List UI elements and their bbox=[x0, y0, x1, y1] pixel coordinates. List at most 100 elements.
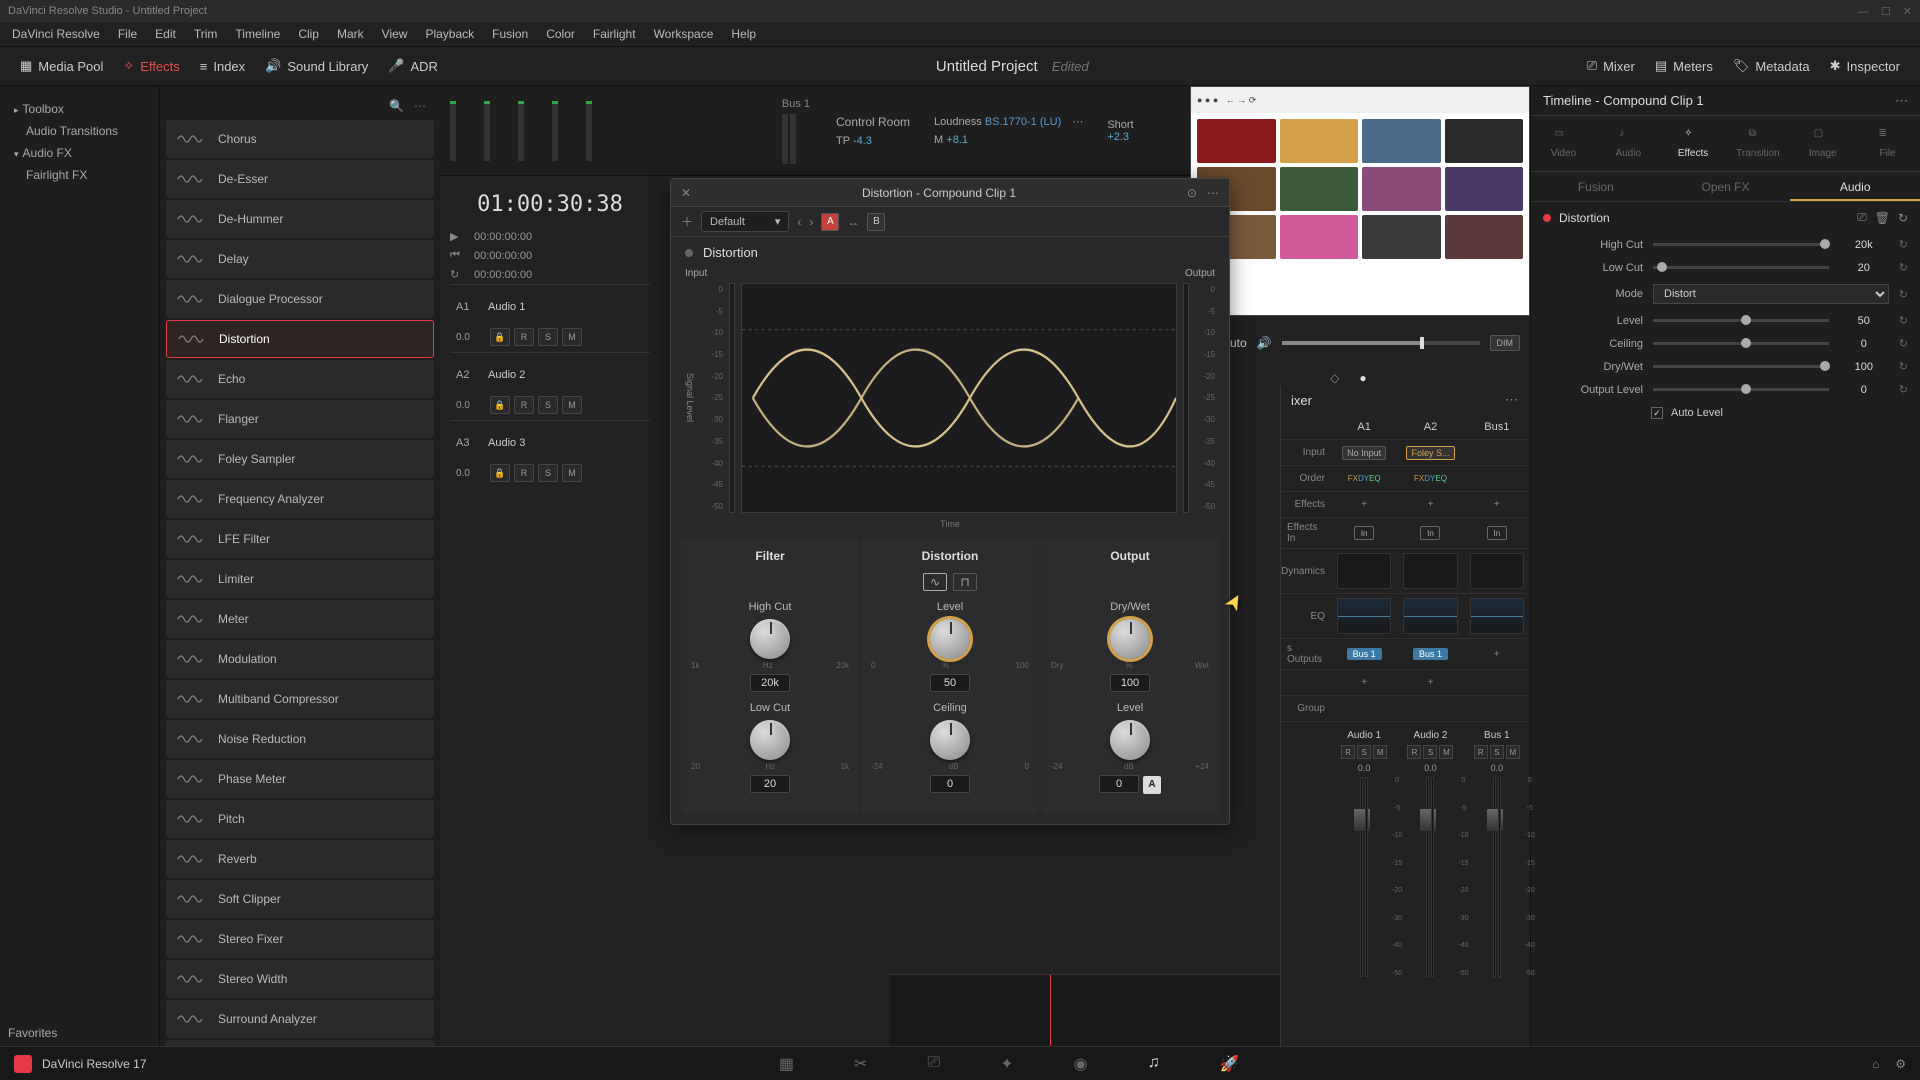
menu-item[interactable]: File bbox=[118, 27, 137, 41]
metadata-button[interactable]: 🏷 Metadata bbox=[1723, 54, 1820, 78]
fx-item-meter[interactable]: Meter bbox=[166, 600, 434, 638]
param-select[interactable]: Distort bbox=[1653, 284, 1889, 304]
mute-button[interactable]: M bbox=[1373, 745, 1387, 759]
fx-item-echo[interactable]: Echo bbox=[166, 360, 434, 398]
add-effect-button[interactable]: + bbox=[1397, 492, 1463, 518]
media-page-icon[interactable]: ▦ bbox=[779, 1054, 794, 1074]
menu-item[interactable]: Fusion bbox=[492, 27, 528, 41]
track-header[interactable]: A1Audio 1 bbox=[450, 284, 650, 328]
compare-b-button[interactable]: B bbox=[867, 213, 885, 231]
fx-item-distortion[interactable]: Distortion bbox=[166, 320, 434, 358]
fx-item-soft-clipper[interactable]: Soft Clipper bbox=[166, 880, 434, 918]
bus-output-badge[interactable]: Bus 1 bbox=[1413, 648, 1448, 660]
fx-enable-dot[interactable] bbox=[1543, 214, 1551, 222]
high-cut-value[interactable]: 20k bbox=[750, 674, 790, 692]
param-value[interactable]: 0 bbox=[1839, 384, 1889, 396]
output-level-value[interactable]: 0 bbox=[1099, 775, 1139, 793]
adr-button[interactable]: 🎤 ADR bbox=[378, 54, 448, 78]
menu-item[interactable]: Edit bbox=[155, 27, 176, 41]
fx-item-phase-meter[interactable]: Phase Meter bbox=[166, 760, 434, 798]
fx-item-de-hummer[interactable]: De-Hummer bbox=[166, 200, 434, 238]
fx-item-delay[interactable]: Delay bbox=[166, 240, 434, 278]
fairlight-page-icon[interactable]: ♫ bbox=[1148, 1054, 1160, 1074]
mixer-button[interactable]: ⎚ Mixer bbox=[1577, 54, 1645, 78]
menu-item[interactable]: View bbox=[382, 27, 408, 41]
menu-item[interactable]: Playback bbox=[425, 27, 474, 41]
add-effect-button[interactable]: + bbox=[1464, 492, 1530, 518]
fader-slider[interactable] bbox=[1493, 777, 1496, 977]
mute-button[interactable]: M bbox=[1439, 745, 1453, 759]
menu-item[interactable]: Trim bbox=[194, 27, 218, 41]
param-value[interactable]: 50 bbox=[1839, 315, 1889, 327]
high-cut-knob[interactable] bbox=[750, 619, 790, 659]
inspector-subtab-fusion[interactable]: Fusion bbox=[1531, 172, 1661, 201]
edit-page-icon[interactable]: ⎚ bbox=[927, 1054, 940, 1074]
dynamics-graph[interactable] bbox=[1337, 553, 1391, 589]
inspector-button[interactable]: ✱ Inspector bbox=[1820, 54, 1910, 78]
mute-button[interactable]: M bbox=[562, 464, 582, 482]
menu-item[interactable]: Timeline bbox=[235, 27, 280, 41]
menu-item[interactable]: Help bbox=[731, 27, 756, 41]
fx-item-pitch[interactable]: Pitch bbox=[166, 800, 434, 838]
window-controls[interactable]: —☐✕ bbox=[1846, 5, 1912, 18]
project-manager-icon[interactable]: ⌂ bbox=[1872, 1057, 1879, 1071]
mute-button[interactable]: M bbox=[562, 328, 582, 346]
inspector-subtab-audio[interactable]: Audio bbox=[1790, 172, 1920, 201]
fx-item-lfe-filter[interactable]: LFE Filter bbox=[166, 520, 434, 558]
distort-mode-icon[interactable]: ∿ bbox=[923, 573, 947, 591]
fx-item-de-esser[interactable]: De-Esser bbox=[166, 160, 434, 198]
add-preset-button[interactable]: ＋ bbox=[681, 213, 693, 230]
low-cut-knob[interactable] bbox=[750, 720, 790, 760]
meters-button[interactable]: ▤ Meters bbox=[1645, 54, 1723, 78]
param-value[interactable]: 100 bbox=[1839, 361, 1889, 373]
param-reset-button[interactable]: ↻ bbox=[1899, 314, 1908, 327]
fx-item-foley-sampler[interactable]: Foley Sampler bbox=[166, 440, 434, 478]
menu-item[interactable]: Fairlight bbox=[593, 27, 636, 41]
solo-button[interactable]: S bbox=[1490, 745, 1504, 759]
param-value[interactable]: 0 bbox=[1839, 338, 1889, 350]
fx-item-limiter[interactable]: Limiter bbox=[166, 560, 434, 598]
fader-slider[interactable] bbox=[1426, 777, 1429, 977]
fx-item-chorus[interactable]: Chorus bbox=[166, 120, 434, 158]
input-select[interactable]: No Input bbox=[1342, 446, 1386, 460]
param-reset-button[interactable]: ↻ bbox=[1899, 288, 1908, 301]
sound-library-button[interactable]: 🔊 Sound Library bbox=[255, 54, 378, 78]
tree-audio-fx[interactable]: Audio FX bbox=[8, 142, 151, 164]
tree-audio-transitions[interactable]: Audio Transitions bbox=[8, 120, 151, 142]
param-reset-button[interactable]: ↻ bbox=[1899, 337, 1908, 350]
param-slider[interactable] bbox=[1653, 365, 1829, 368]
home-button[interactable] bbox=[14, 1055, 32, 1073]
menu-item[interactable]: DaVinci Resolve bbox=[12, 27, 100, 41]
track-header[interactable]: A3Audio 3 bbox=[450, 420, 650, 464]
fx-search[interactable]: 🔍 ⋯ bbox=[166, 92, 434, 120]
dynamics-graph[interactable] bbox=[1403, 553, 1457, 589]
preset-prev-button[interactable]: ‹ bbox=[797, 215, 801, 229]
effects-in-button[interactable]: In bbox=[1420, 526, 1440, 540]
solo-button[interactable]: S bbox=[538, 464, 558, 482]
fx-controls-icon[interactable]: ⎚ bbox=[1857, 210, 1867, 225]
distortion-level-knob[interactable] bbox=[930, 619, 970, 659]
solo-button[interactable]: S bbox=[1423, 745, 1437, 759]
add-effect-button[interactable]: + bbox=[1331, 492, 1397, 518]
fx-item-frequency-analyzer[interactable]: Frequency Analyzer bbox=[166, 480, 434, 518]
param-value[interactable]: 20 bbox=[1839, 262, 1889, 274]
param-value[interactable]: 20k bbox=[1839, 239, 1889, 251]
distortion-level-value[interactable]: 50 bbox=[930, 674, 970, 692]
inspector-subtab-openfx[interactable]: Open FX bbox=[1661, 172, 1791, 201]
inspector-tab-transition[interactable]: ⧉Transition bbox=[1725, 116, 1790, 171]
low-cut-value[interactable]: 20 bbox=[750, 775, 790, 793]
fx-item-multiband-compressor[interactable]: Multiband Compressor bbox=[166, 680, 434, 718]
fx-delete-button[interactable]: 🗑 bbox=[1875, 211, 1890, 225]
param-reset-button[interactable]: ↻ bbox=[1899, 360, 1908, 373]
fx-item-flanger[interactable]: Flanger bbox=[166, 400, 434, 438]
bus-output-badge[interactable]: Bus 1 bbox=[1347, 648, 1382, 660]
eq-graph[interactable] bbox=[1403, 598, 1457, 634]
ceiling-knob[interactable] bbox=[930, 720, 970, 760]
favorites-label[interactable]: Favorites bbox=[8, 1026, 57, 1040]
lock-button[interactable]: 🔒 bbox=[490, 328, 510, 346]
color-page-icon[interactable]: ◉ bbox=[1074, 1054, 1088, 1074]
eq-graph[interactable] bbox=[1470, 598, 1524, 634]
plugin-close-button[interactable]: ✕ bbox=[681, 186, 691, 200]
auto-gain-button[interactable]: A bbox=[1143, 776, 1161, 794]
plugin-pin-icon[interactable]: ⊙ ⋯ bbox=[1187, 186, 1219, 200]
